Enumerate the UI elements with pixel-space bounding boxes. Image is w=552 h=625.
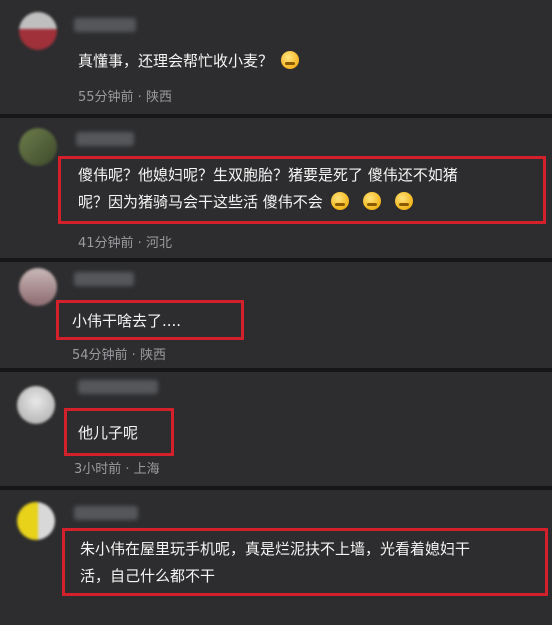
comment-card-5: 朱小伟在屋里玩手机呢，真是烂泥扶不上墙，光看着媳妇干 活，自己什么都不干 [0, 490, 552, 625]
avatar[interactable] [17, 502, 55, 540]
comment-meta: 55分钟前 · 陕西 [78, 90, 172, 105]
comment-card-1: 真懂事，还理会帮忙收小麦？ 55分钟前 · 陕西 [0, 0, 552, 114]
comment-meta: 3小时前 · 上海 [74, 462, 160, 477]
username[interactable] [74, 18, 136, 32]
comment-meta: 41分钟前 · 河北 [78, 236, 172, 251]
highlight-box [64, 408, 174, 456]
highlight-box [58, 156, 546, 224]
username[interactable] [74, 506, 138, 520]
comment-meta: 54分钟前 · 陕西 [72, 348, 166, 363]
avatar[interactable] [17, 386, 55, 424]
highlight-box [56, 300, 244, 340]
comment-card-3: 小伟干啥去了.... 54分钟前 · 陕西 [0, 262, 552, 368]
comment-card-2: 傻伟呢？他媳妇呢？生双胞胎？猪要是死了 傻伟还不如猪 呢？因为猪骑马会干这些活 … [0, 118, 552, 258]
comment-card-4: 他儿子呢 3小时前 · 上海 [0, 372, 552, 486]
username[interactable] [78, 380, 158, 394]
username[interactable] [74, 272, 134, 286]
avatar[interactable] [19, 128, 57, 166]
highlight-box [62, 528, 548, 596]
comment-line: 真懂事，还理会帮忙收小麦？ [78, 52, 274, 70]
username[interactable] [76, 132, 134, 146]
avatar[interactable] [19, 12, 57, 50]
comment-text: 真懂事，还理会帮忙收小麦？ [78, 48, 300, 75]
avatar[interactable] [19, 268, 57, 306]
laugh-crying-emoji [281, 51, 300, 69]
